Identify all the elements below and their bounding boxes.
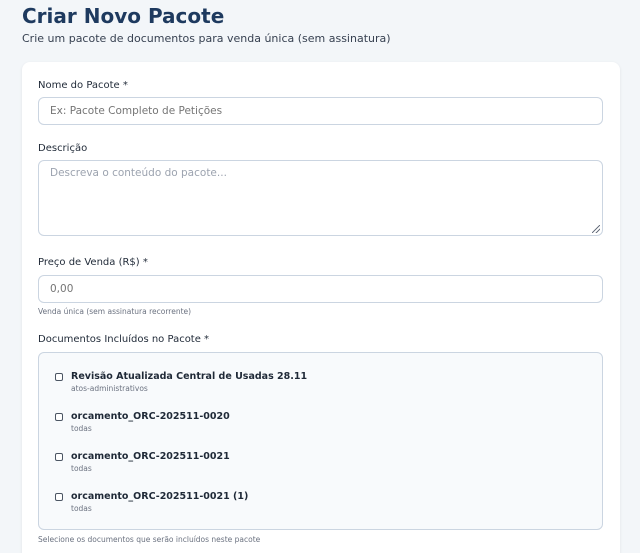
price-input[interactable] [38, 275, 603, 303]
documents-label: Documentos Incluídos no Pacote * [38, 334, 210, 345]
document-name: Revisão Atualizada Central de Usadas 28.… [71, 371, 308, 382]
document-category: todas [71, 424, 92, 433]
price-hint: Venda única (sem assinatura recorrente) [38, 307, 192, 316]
package-name-input[interactable] [38, 97, 603, 125]
documents-hint: Selecione os documentos que serão incluí… [38, 535, 261, 544]
document-name: orcamento_ORC-202511-0020 [71, 411, 230, 422]
document-checkbox[interactable] [55, 373, 63, 381]
document-category: todas [71, 464, 92, 473]
package-name-label: Nome do Pacote * [38, 80, 128, 91]
form-card: Nome do Pacote * Descrição Descreva o co… [22, 62, 620, 553]
document-checkbox[interactable] [55, 453, 63, 461]
price-label: Preço de Venda (R$) * [38, 257, 148, 268]
description-placeholder: Descreva o conteúdo do pacote... [50, 167, 227, 179]
document-category: todas [71, 504, 92, 513]
documents-list: Revisão Atualizada Central de Usadas 28.… [38, 352, 603, 530]
create-package-page: Criar Novo Pacote Crie um pacote de docu… [0, 0, 640, 553]
description-label: Descrição [38, 143, 88, 154]
page-title: Criar Novo Pacote [22, 4, 225, 28]
document-category: atos-administrativos [71, 384, 148, 393]
document-name: orcamento_ORC-202511-0021 [71, 451, 230, 462]
document-name: orcamento_ORC-202511-0021 (1) [71, 491, 249, 502]
document-checkbox[interactable] [55, 493, 63, 501]
resize-grip-icon[interactable] [592, 225, 600, 233]
description-textarea[interactable]: Descreva o conteúdo do pacote... [38, 160, 603, 236]
document-checkbox[interactable] [55, 413, 63, 421]
page-subtitle: Crie um pacote de documentos para venda … [22, 32, 391, 45]
